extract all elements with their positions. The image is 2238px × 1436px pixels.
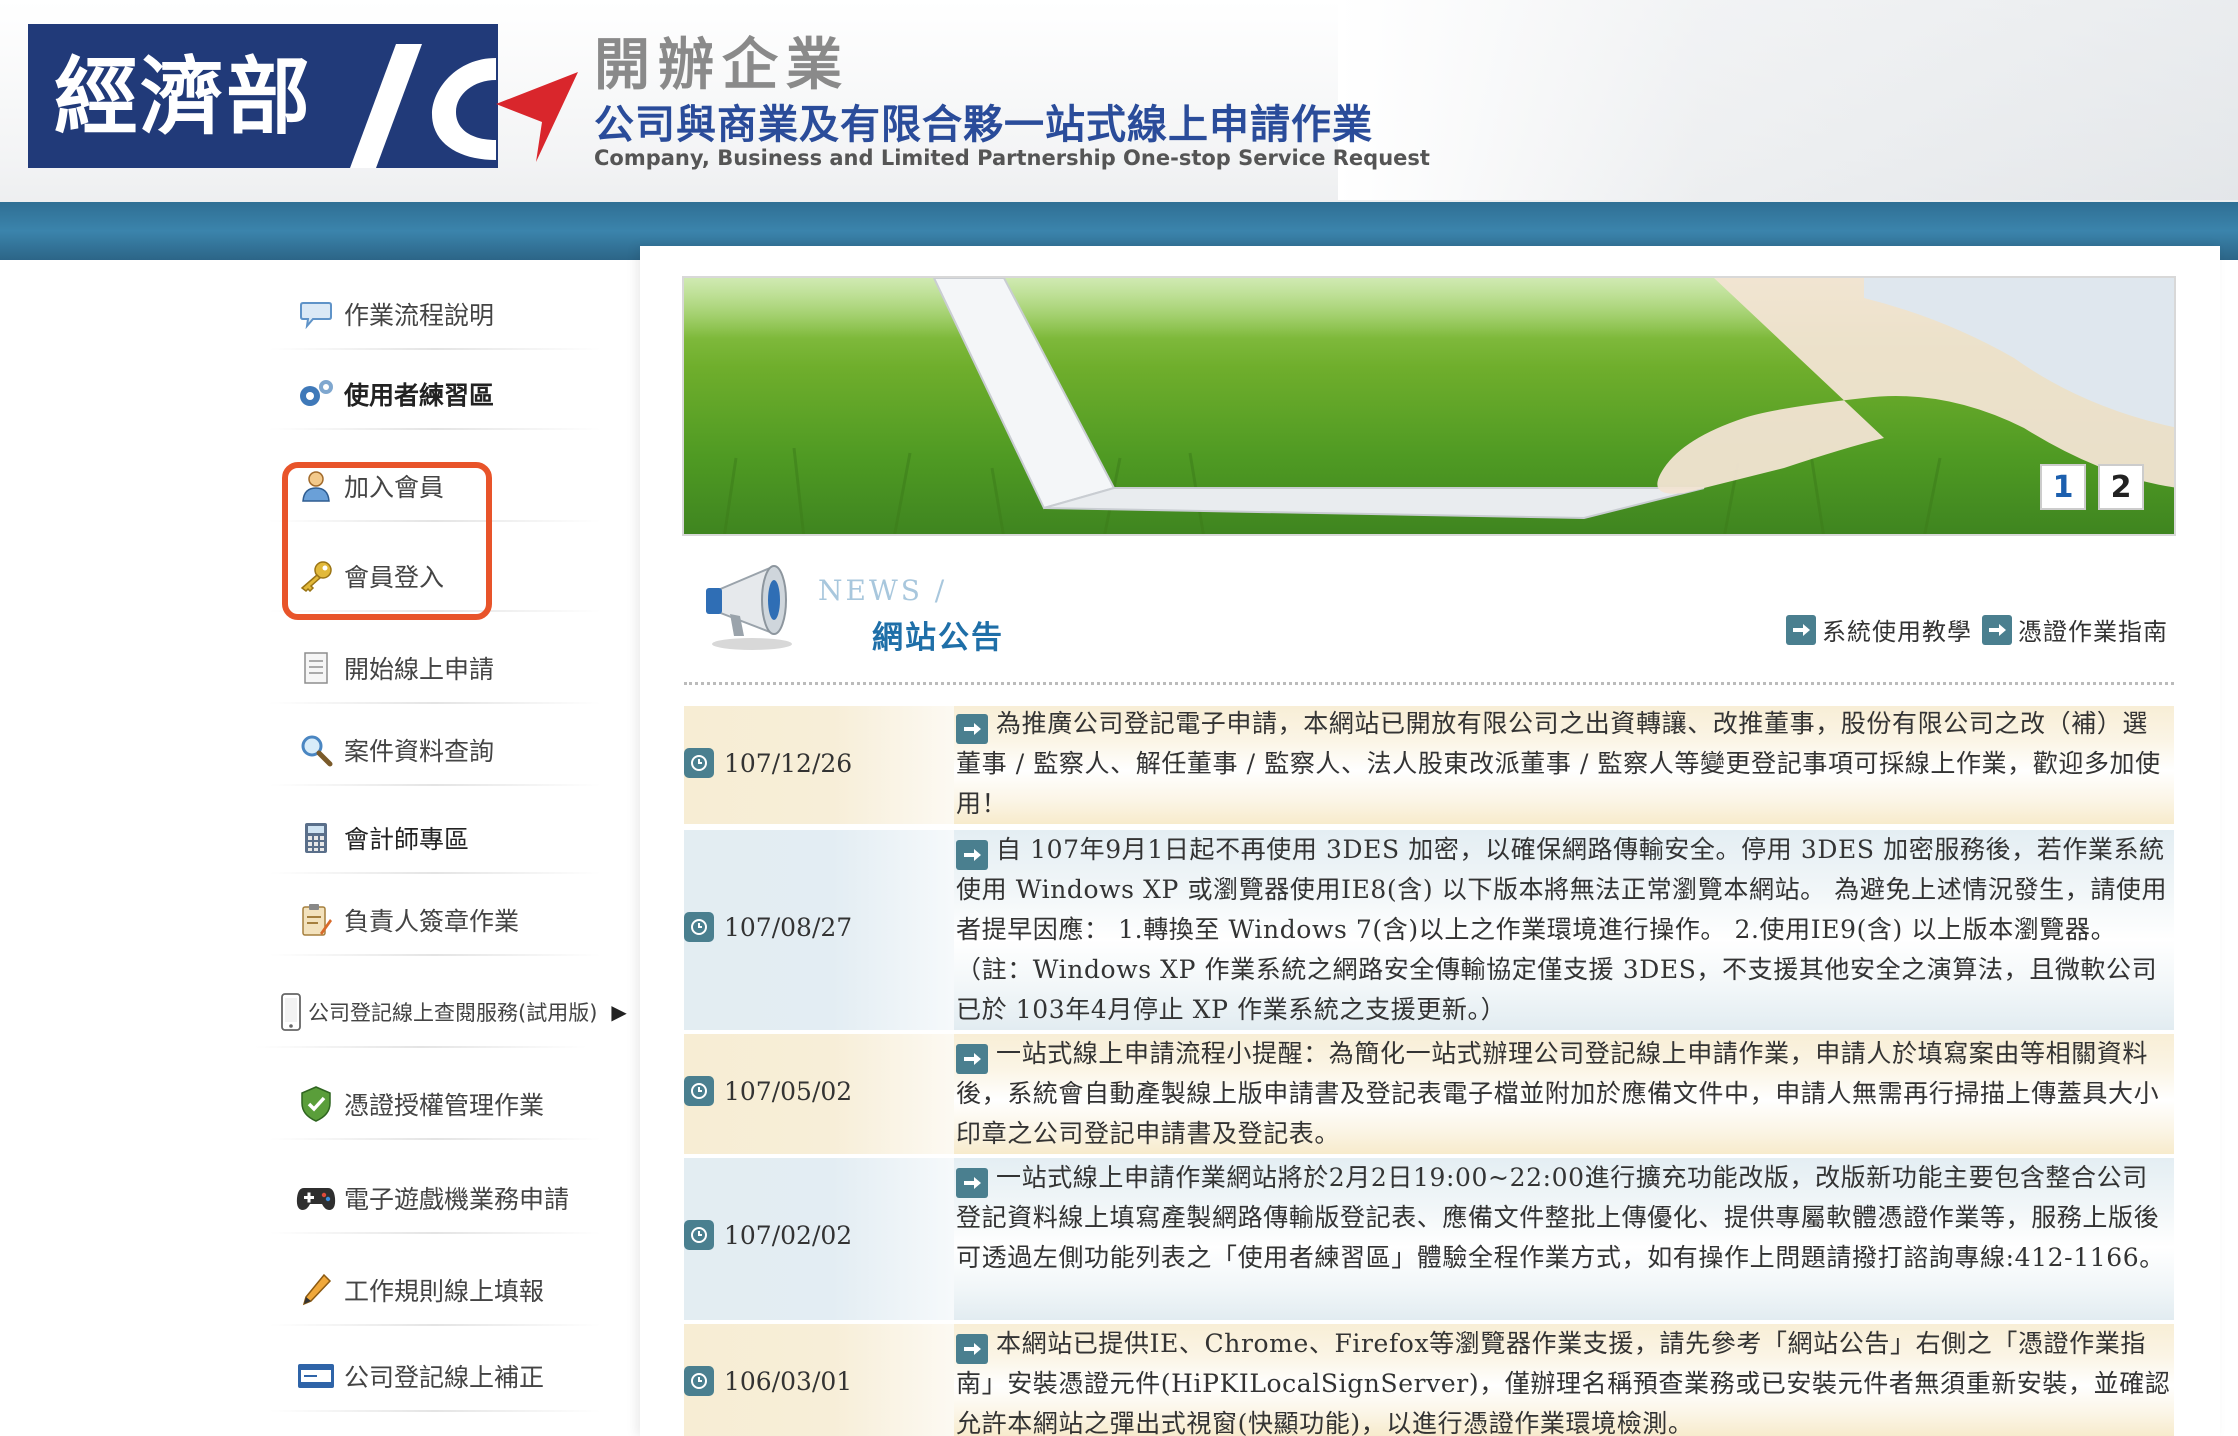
news-item: 107/08/27 自 107年9月1日起不再使用 3DES 加密，以確保網路傳… <box>684 830 2174 1030</box>
speech-bubble-icon <box>294 292 338 336</box>
magnifier-icon <box>294 728 338 772</box>
caret-right-icon: ▶ <box>611 1000 627 1024</box>
news-date: 107/02/02 <box>684 1220 852 1250</box>
clock-icon <box>684 1220 714 1250</box>
header-background <box>1338 0 2238 200</box>
card-icon <box>294 1354 338 1398</box>
sidebar-item-online-view[interactable]: 公司登記線上查閱服務(試用版) ▶ <box>256 978 627 1048</box>
ministry-logo[interactable]: 經濟部 <box>28 24 578 168</box>
news-links: 系統使用教學 憑證作業指南 <box>1776 612 2168 647</box>
sidebar-item-label: 工作規則線上填報 <box>344 1277 545 1306</box>
site-header: 經濟部 開辦企業 公司與商業及有限合夥一站式線上申請作業 Company, Bu… <box>0 0 2238 260</box>
news-date: 107/08/27 <box>684 912 852 942</box>
sidebar-item-label: 作業流程說明 <box>344 301 495 330</box>
news-date: 107/05/02 <box>684 1076 852 1106</box>
sidebar-item-signature[interactable]: 負責人簽章作業 <box>270 886 600 956</box>
sidebar-item-label: 負責人簽章作業 <box>344 907 520 936</box>
sidebar-item-label: 憑證授權管理作業 <box>344 1091 545 1120</box>
calculator-icon <box>294 816 338 860</box>
news-text[interactable]: 本網站已提供IE、Chrome、Firefox等瀏覽器作業支援，請先參考「網站公… <box>956 1324 2172 1436</box>
sidebar-item-work-rules[interactable]: 工作規則線上填報 <box>270 1256 600 1326</box>
news-date-text: 107/12/26 <box>724 748 853 778</box>
sidebar-item-game-machine[interactable]: 電子遊戲機業務申請 <box>270 1164 600 1234</box>
arrow-right-icon <box>956 1168 988 1198</box>
system-tutorial-link[interactable]: 系統使用教學 <box>1786 612 1972 647</box>
news-text[interactable]: 一站式線上申請流程小提醒：為簡化一站式辦理公司登記線上申請作業，申請人於填寫案由… <box>956 1034 2172 1154</box>
news-text[interactable]: 自 107年9月1日起不再使用 3DES 加密，以確保網路傳輸安全。停用 3DE… <box>956 830 2172 1030</box>
news-divider <box>684 682 2174 685</box>
laptop-grass-illustration <box>723 278 2174 534</box>
sidebar-item-label: 公司登記線上補正 <box>344 1363 545 1392</box>
sidebar-item-label: 使用者練習區 <box>344 381 495 410</box>
header-title-en: Company, Business and Limited Partnershi… <box>594 146 1430 170</box>
arrow-right-icon <box>956 840 988 870</box>
news-date-text: 106/03/01 <box>724 1366 853 1396</box>
sidebar-item-process[interactable]: 作業流程說明 <box>270 280 600 350</box>
news-item: 107/12/26 為推廣公司登記電子申請，本網站已開放有限公司之出資轉讓、改推… <box>684 706 2174 824</box>
arrow-right-icon <box>1982 614 2012 645</box>
highlight-annotation <box>282 462 492 620</box>
sidebar-item-correction[interactable]: 公司登記線上補正 <box>270 1342 600 1412</box>
news-item: 106/03/01 本網站已提供IE、Chrome、Firefox等瀏覽器作業支… <box>684 1324 2174 1436</box>
arrow-right-icon <box>1786 614 1816 645</box>
news-item: 107/05/02 一站式線上申請流程小提醒：為簡化一站式辦理公司登記線上申請作… <box>684 1034 2174 1154</box>
gamepad-icon <box>294 1176 338 1220</box>
sidebar-item-label: 開始線上申請 <box>344 655 495 684</box>
pencil-icon <box>294 1268 338 1312</box>
arrow-right-icon <box>956 1334 988 1364</box>
cert-guide-link[interactable]: 憑證作業指南 <box>1982 612 2168 647</box>
arrow-right-icon <box>956 1044 988 1074</box>
arrow-right-icon <box>956 714 988 744</box>
clock-icon <box>684 748 714 778</box>
megaphone-icon <box>706 565 792 650</box>
document-icon <box>294 646 338 690</box>
header-title-small: 開辦企業 <box>594 32 850 98</box>
banner-image <box>682 276 2176 536</box>
shield-icon <box>294 1082 338 1126</box>
clipboard-icon <box>294 898 338 942</box>
news-date-text: 107/08/27 <box>724 912 853 942</box>
header-title-main: 公司與商業及有限合夥一站式線上申請作業 <box>594 101 1373 148</box>
logo-mark-icon <box>350 44 578 168</box>
banner-page-1-button[interactable]: 1 <box>2040 464 2086 510</box>
link-label: 系統使用教學 <box>1822 618 1972 646</box>
news-title: 網站公告 <box>872 620 1004 656</box>
news-date-text: 107/05/02 <box>724 1076 853 1106</box>
sidebar-item-label: 案件資料查詢 <box>344 737 495 766</box>
clock-icon <box>684 912 714 942</box>
sidebar-item-label: 電子遊戲機業務申請 <box>344 1185 570 1214</box>
news-small-title: NEWS / <box>818 574 948 607</box>
news-text[interactable]: 一站式線上申請作業網站將於2月2日19:00~22:00進行擴充功能改版，改版新… <box>956 1158 2172 1278</box>
news-text[interactable]: 為推廣公司登記電子申請，本網站已開放有限公司之出資轉讓、改推董事，股份有限公司之… <box>956 704 2172 824</box>
sidebar-item-practice[interactable]: 使用者練習區 <box>270 360 600 430</box>
banner-page-2-button[interactable]: 2 <box>2098 464 2144 510</box>
sidebar-item-accountant[interactable]: 會計師專區 <box>270 804 600 874</box>
news-date-text: 107/02/02 <box>724 1220 853 1250</box>
sidebar-item-label: 公司登記線上查閱服務(試用版) <box>308 1001 598 1025</box>
news-date: 106/03/01 <box>684 1366 852 1396</box>
sidebar-item-case-query[interactable]: 案件資料查詢 <box>270 716 600 786</box>
link-label: 憑證作業指南 <box>2018 618 2168 646</box>
sidebar-item-start-apply[interactable]: 開始線上申請 <box>270 634 600 704</box>
news-date: 107/12/26 <box>684 748 852 778</box>
sidebar-item-label: 會計師專區 <box>344 825 470 854</box>
gears-icon <box>294 372 338 416</box>
clock-icon <box>684 1366 714 1396</box>
news-item: 107/02/02 一站式線上申請作業網站將於2月2日19:00~22:00進行… <box>684 1158 2174 1320</box>
logo-text: 經濟部 <box>54 47 313 146</box>
clock-icon <box>684 1076 714 1106</box>
sidebar-item-cert-auth[interactable]: 憑證授權管理作業 <box>270 1070 600 1140</box>
phone-icon <box>280 990 302 1034</box>
